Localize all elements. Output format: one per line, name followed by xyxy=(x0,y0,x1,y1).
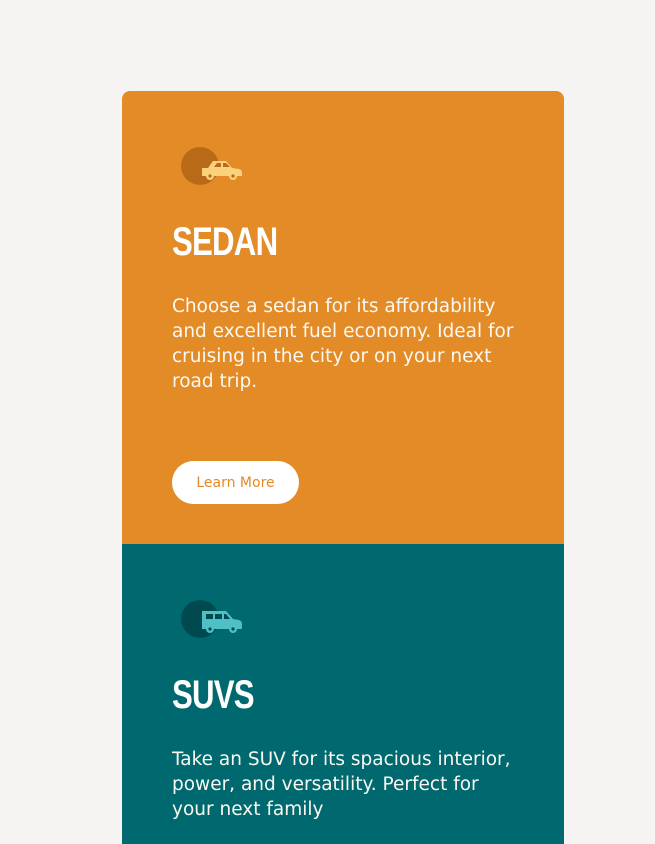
card-title: SUVS xyxy=(172,673,255,717)
sedan-car-icon xyxy=(181,147,242,185)
card-description: Take an SUV for its spacious interior, p… xyxy=(172,749,511,820)
card-description: Choose a sedan for its affordability and… xyxy=(172,296,514,392)
sedan-card: SEDAN Choose a sedan for its affordabili… xyxy=(122,91,564,544)
suv-card: SUVS Take an SUV for its spacious interi… xyxy=(122,544,564,844)
suv-car-icon xyxy=(181,600,242,638)
learn-more-button[interactable]: Learn More xyxy=(172,461,299,504)
card-title: SEDAN xyxy=(172,220,278,264)
car-cards: SEDAN Choose a sedan for its affordabili… xyxy=(122,91,564,844)
